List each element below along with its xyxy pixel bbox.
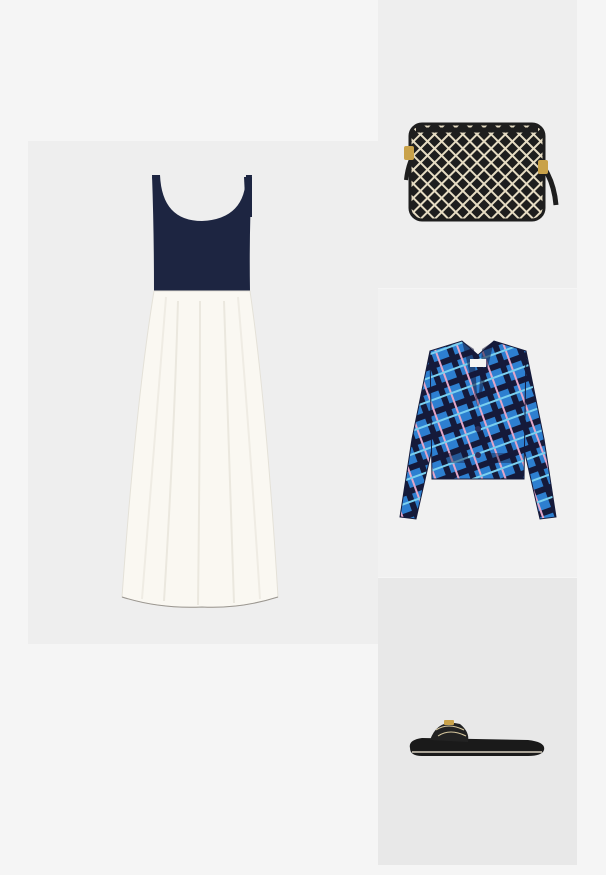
bag-panel[interactable] — [378, 0, 577, 288]
cropped-jacket-image — [399, 340, 557, 520]
crossbody-bag-image — [404, 122, 559, 222]
sandal-panel[interactable] — [378, 578, 577, 865]
dress-image — [121, 175, 279, 608]
slide-sandal-image — [409, 720, 545, 756]
dress-panel[interactable] — [28, 141, 378, 644]
jacket-panel[interactable] — [378, 289, 577, 577]
